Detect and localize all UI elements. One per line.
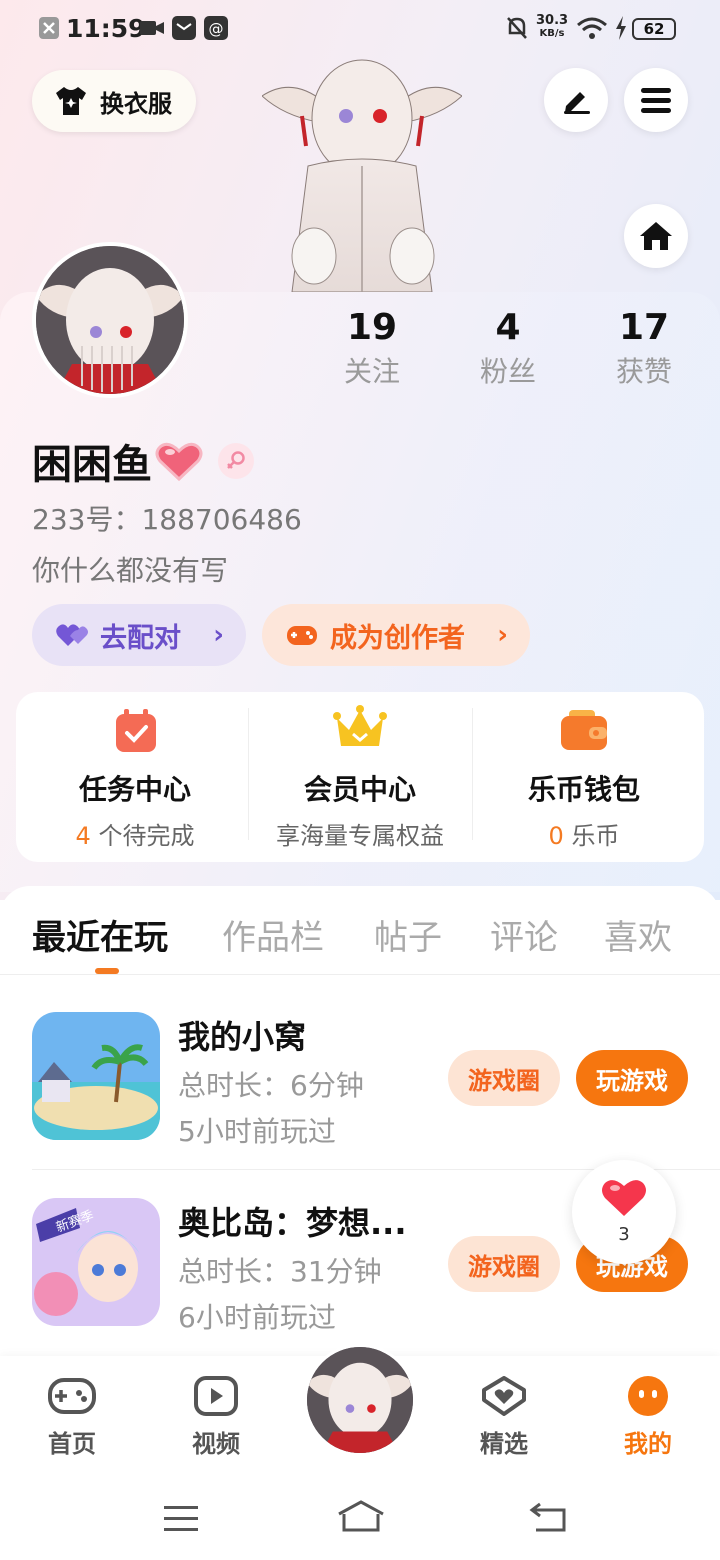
- hamburger-menu-icon: [641, 88, 671, 113]
- crown-icon: [333, 705, 387, 746]
- battery-indicator: 62: [632, 18, 676, 40]
- menu-button[interactable]: [624, 68, 688, 132]
- heart-icon: [602, 1180, 646, 1216]
- double-heart-icon: [56, 624, 88, 646]
- game-icon: [32, 1012, 160, 1140]
- game-circle-button[interactable]: 游戏圈: [448, 1236, 560, 1292]
- tab-recently-played[interactable]: 最近在玩: [32, 910, 168, 959]
- pair-button[interactable]: 去配对 ›: [32, 604, 246, 666]
- status-time: 11:59: [66, 14, 146, 43]
- heart-badge-icon: [155, 442, 203, 482]
- game-icon: 新赛季: [32, 1198, 160, 1326]
- tab-comments[interactable]: 评论: [490, 910, 558, 959]
- notification-close-icon: [39, 17, 59, 39]
- gender-badge: [218, 443, 254, 479]
- become-creator-button[interactable]: 成为创作者 ›: [262, 604, 530, 666]
- floating-like-button[interactable]: 3: [572, 1160, 676, 1264]
- mail-app-icon: [172, 16, 196, 40]
- network-speed: 30.3: [536, 13, 569, 28]
- chevron-right-icon: ›: [213, 620, 224, 650]
- nav-item-video[interactable]: 视频: [171, 1376, 261, 1459]
- stat-likes[interactable]: 17 获赞: [584, 306, 704, 392]
- user-id: 233号：188706486: [32, 503, 302, 536]
- tab-works[interactable]: 作品栏: [222, 910, 324, 959]
- services-card: 任务中心 4 个待完成 会员中心 享海量专属权益 乐币钱包 0 乐币: [16, 692, 704, 862]
- tshirt-icon: [56, 87, 86, 115]
- game-last-played: 6小时前玩过: [178, 1301, 336, 1334]
- like-count: 3: [618, 1224, 630, 1245]
- nav-item-featured[interactable]: 精选: [459, 1376, 549, 1459]
- username-row: 困困鱼: [32, 432, 254, 490]
- game-title: 我的小窝: [178, 1018, 307, 1056]
- username: 困困鱼: [32, 442, 152, 488]
- video-play-icon: [194, 1376, 238, 1416]
- home-button[interactable]: [624, 204, 688, 268]
- calendar-check-icon: [116, 709, 156, 752]
- back-icon[interactable]: [528, 1500, 568, 1534]
- nav-avatar[interactable]: [304, 1344, 416, 1456]
- change-outfit-label: 换衣服: [100, 89, 172, 118]
- female-icon: [227, 451, 245, 469]
- become-creator-label: 成为创作者: [330, 622, 465, 654]
- home-nav-icon[interactable]: [336, 1500, 386, 1534]
- avatar[interactable]: [32, 242, 188, 398]
- heart-badge-icon: [482, 1376, 526, 1416]
- game-duration: 总时长：6分钟: [178, 1069, 364, 1102]
- gamepad-icon: [287, 626, 317, 645]
- status-bar: 11:59 @ 30.3 KB/s 62: [0, 0, 720, 56]
- gamepad-icon: [48, 1378, 96, 1414]
- network-unit: KB/s: [539, 28, 565, 39]
- pen-icon: [564, 92, 590, 114]
- member-center[interactable]: 会员中心 享海量专属权益: [249, 692, 471, 862]
- system-navigation-bar: [0, 1474, 720, 1560]
- game-circle-button[interactable]: 游戏圈: [448, 1050, 560, 1106]
- wallet-icon: [561, 710, 607, 750]
- pair-label: 去配对: [100, 622, 181, 654]
- change-outfit-button[interactable]: 换衣服: [32, 70, 196, 132]
- coin-wallet[interactable]: 乐币钱包 0 乐币: [473, 692, 695, 862]
- task-center[interactable]: 任务中心 4 个待完成: [24, 692, 246, 862]
- tab-posts[interactable]: 帖子: [374, 910, 442, 959]
- stat-following[interactable]: 19 关注: [312, 306, 432, 392]
- stat-followers[interactable]: 4 粉丝: [448, 306, 568, 392]
- chevron-right-icon: ›: [497, 620, 508, 650]
- at-app-icon: @: [204, 16, 228, 40]
- nav-item-mine[interactable]: 我的: [603, 1376, 693, 1459]
- charging-icon: [616, 16, 626, 40]
- edit-profile-button[interactable]: [544, 68, 608, 132]
- recent-apps-icon[interactable]: [162, 1502, 200, 1534]
- game-row[interactable]: 我的小窝 总时长：6分钟 5小时前玩过 游戏圈 玩游戏: [0, 984, 720, 1170]
- game-last-played: 5小时前玩过: [178, 1115, 336, 1148]
- house-icon: [640, 222, 672, 250]
- character-illustration: [262, 59, 462, 292]
- user-bio: 你什么都没有写: [32, 554, 229, 587]
- game-title: 奥比岛：梦想...: [178, 1204, 407, 1242]
- video-camera-icon: [140, 21, 164, 35]
- avatar-image: [307, 1347, 413, 1453]
- game-duration: 总时长：31分钟: [178, 1255, 382, 1288]
- play-game-button[interactable]: 玩游戏: [576, 1050, 688, 1106]
- svg-text:@: @: [209, 20, 224, 38]
- face-icon: [628, 1376, 668, 1416]
- avatar-image: [36, 246, 184, 394]
- nav-item-home[interactable]: 首页: [27, 1376, 117, 1459]
- wifi-icon: [577, 17, 607, 39]
- tab-likes[interactable]: 喜欢: [604, 910, 672, 959]
- mute-bell-icon: [507, 17, 527, 39]
- divider: [0, 974, 720, 975]
